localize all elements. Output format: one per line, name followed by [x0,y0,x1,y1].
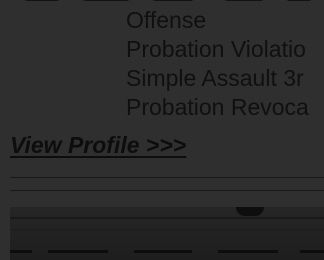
offense-item: Offense [126,7,207,33]
panel-text-fragment [134,250,192,253]
offense-item: Probation Revoca [126,94,309,120]
next-record-panel [10,207,324,260]
clipped-text-row [22,0,312,3]
offense-list: Offense Probation Violatio Simple Assaul… [126,6,324,122]
page: Offense Probation Violatio Simple Assaul… [0,0,324,260]
panel-divider [10,229,324,230]
panel-text-fragment [300,250,324,253]
divider [10,190,324,191]
offense-item: Probation Violatio [126,36,306,62]
panel-decoration [236,207,264,216]
panel-text-fragment [218,250,278,253]
panel-divider [10,217,324,219]
divider [10,177,324,178]
panel-text-fragment [48,250,108,253]
panel-text-fragment [10,250,32,253]
offense-item: Simple Assault 3r [126,65,304,91]
view-profile-link[interactable]: View Profile >>> [10,131,186,159]
